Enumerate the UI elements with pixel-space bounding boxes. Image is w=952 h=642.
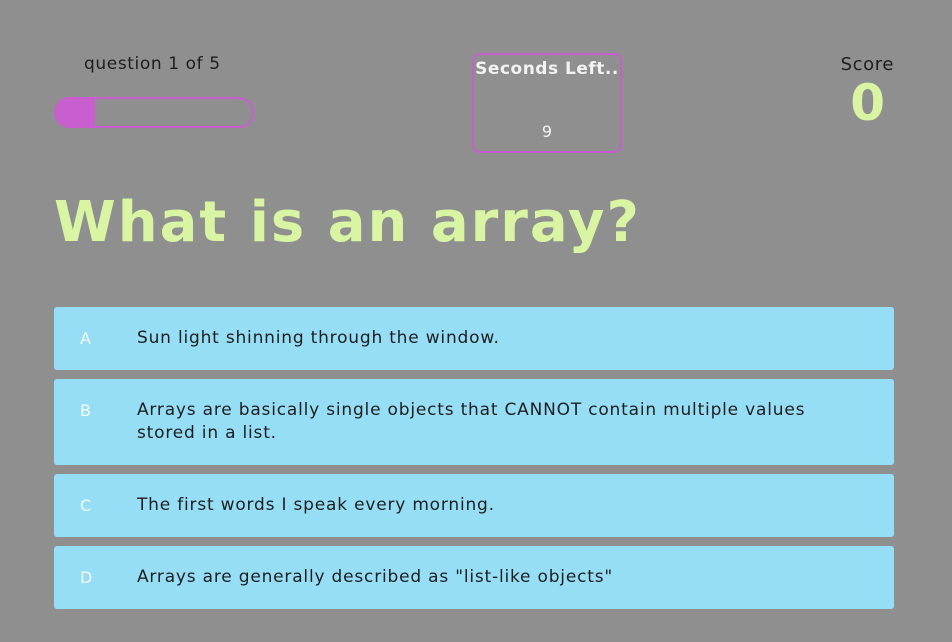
answer-option-a[interactable]: A Sun light shinning through the window. xyxy=(54,307,894,370)
answer-text: The first words I speak every morning. xyxy=(137,495,495,515)
timer-value: 9 xyxy=(541,122,553,141)
answer-text: Arrays are generally described as "list-… xyxy=(137,567,613,587)
answer-option-c[interactable]: C The first words I speak every morning. xyxy=(54,474,894,537)
question-text: What is an array? xyxy=(54,190,641,255)
score-value: 0 xyxy=(850,74,885,132)
answer-letter: B xyxy=(80,401,91,420)
score-label: Score xyxy=(840,54,894,75)
progress-bar-fill xyxy=(56,99,96,126)
answer-text: Sun light shinning through the window. xyxy=(137,328,500,348)
answer-option-d[interactable]: D Arrays are generally described as "lis… xyxy=(54,546,894,609)
answer-letter: A xyxy=(80,329,91,348)
answer-text: Arrays are basically single objects that… xyxy=(137,400,806,443)
answer-list: A Sun light shinning through the window.… xyxy=(54,307,894,618)
timer-label: Seconds Left.. xyxy=(475,59,619,79)
progress-bar xyxy=(54,97,254,128)
answer-letter: D xyxy=(80,568,93,587)
timer-box: Seconds Left.. 9 xyxy=(472,53,622,153)
question-counter: question 1 of 5 xyxy=(84,54,221,74)
quiz-hud: question 1 of 5 Seconds Left.. 9 Score 0 xyxy=(0,0,952,170)
answer-letter: C xyxy=(80,496,92,515)
answer-option-b[interactable]: B Arrays are basically single objects th… xyxy=(54,379,894,465)
